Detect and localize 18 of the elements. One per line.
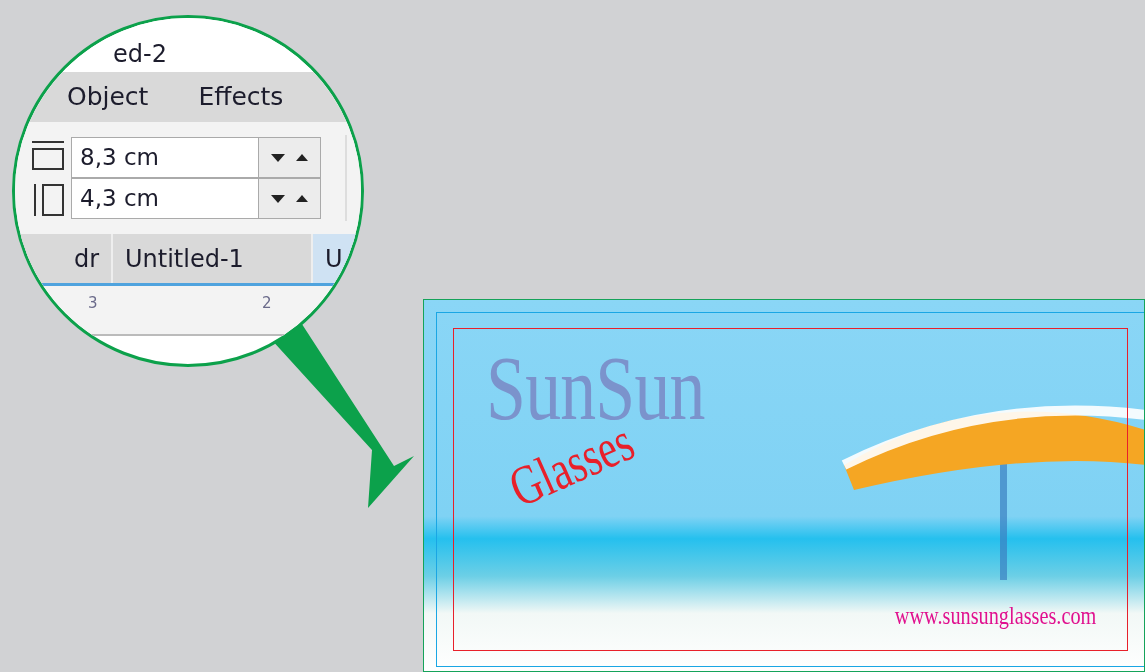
size-field[interactable]: 4,3 cm (71, 178, 259, 219)
down-arrow-icon[interactable] (270, 194, 285, 203)
spinner-control[interactable] (259, 178, 321, 219)
up-arrow-icon[interactable] (296, 195, 309, 202)
ruler-number: 2 (262, 293, 272, 314)
logo-title: SunSun (486, 342, 705, 434)
website-text: www.sunsunglasses.com (894, 603, 1096, 629)
menu-item[interactable]: Object (67, 78, 149, 116)
window-title: ed-2 (113, 39, 167, 70)
menu-item[interactable]: Effects (198, 78, 284, 116)
down-arrow-icon[interactable] (270, 153, 285, 162)
spinner-control[interactable] (259, 137, 321, 178)
up-arrow-icon[interactable] (296, 154, 309, 161)
size-field[interactable]: 8,3 cm (71, 137, 259, 178)
width-icon (31, 139, 65, 173)
ruler-number: 3 (88, 293, 98, 314)
document-tab[interactable]: U (313, 234, 357, 283)
height-icon (31, 183, 65, 217)
